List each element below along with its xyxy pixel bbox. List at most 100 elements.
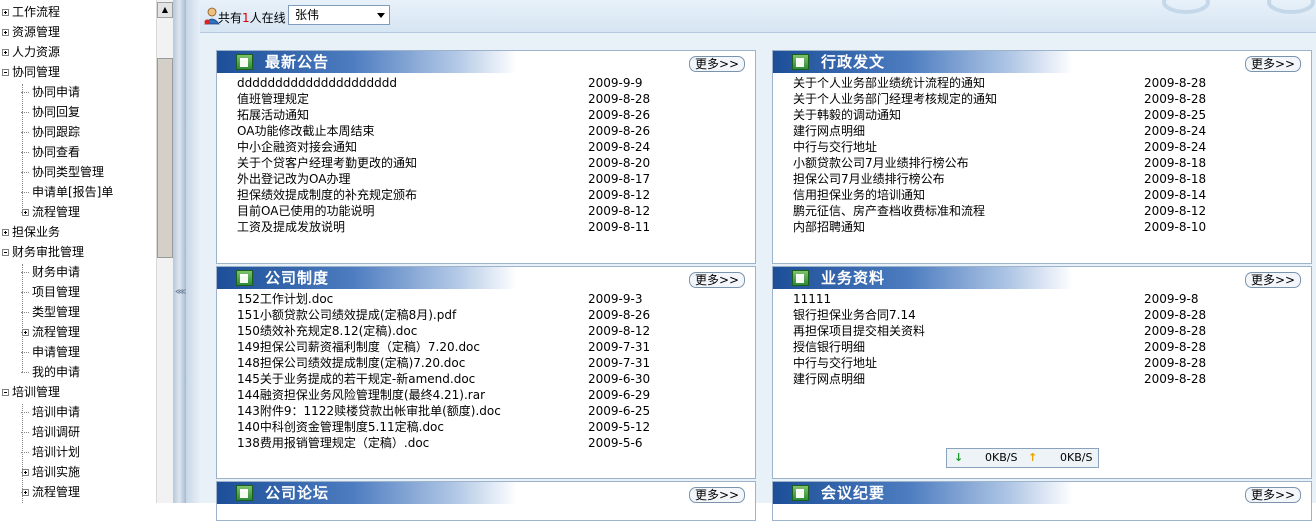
frame-splitter[interactable]: ⋘ [173, 0, 186, 503]
list-item-title[interactable]: 关于个贷客户经理考勤更改的通知 [237, 156, 417, 170]
list-item-title[interactable]: 中行与交行地址 [793, 140, 877, 154]
list-item[interactable]: 138费用报销管理规定（定稿）.doc 2009-5-6 [237, 435, 745, 451]
online-user-select[interactable]: 张伟 [288, 5, 390, 25]
tree-item[interactable]: 人力资源 [2, 42, 60, 62]
tree-item[interactable]: 协同查看 [21, 142, 80, 162]
tree-item[interactable]: 资源管理 [2, 22, 60, 42]
tree-item[interactable]: 培训调研 [21, 422, 80, 442]
tree-item[interactable]: 协同管理 [2, 62, 60, 82]
list-item-title[interactable]: 小额贷款公司7月业绩排行榜公布 [793, 156, 969, 170]
list-item[interactable]: 152工作计划.doc 2009-9-3 [237, 291, 745, 307]
list-item-title[interactable]: 138费用报销管理规定（定稿）.doc [237, 436, 429, 450]
chevron-down-icon[interactable] [377, 13, 385, 18]
list-item[interactable]: 中小企融资对接会通知 2009-8-24 [237, 139, 745, 155]
list-item[interactable]: 担保公司7月业绩排行榜公布 2009-8-18 [793, 171, 1301, 187]
list-item-title[interactable]: 信用担保业务的培训通知 [793, 188, 925, 202]
list-item-title[interactable]: 外出登记改为OA办理 [237, 172, 350, 186]
list-item[interactable]: 151小额贷款公司绩效提成(定稿8月).pdf 2009-8-26 [237, 307, 745, 323]
list-item[interactable]: 145关于业务提成的若干规定-新amend.doc 2009-6-30 [237, 371, 745, 387]
more-button[interactable]: 更多>> [1245, 272, 1301, 288]
tree-item[interactable]: 项目管理 [21, 282, 80, 302]
tree-item[interactable]: 财务审批管理 [2, 242, 84, 262]
list-item-title[interactable]: 内部招聘通知 [793, 220, 865, 234]
list-item[interactable]: 鹏元征信、房产查档收费标准和流程 2009-8-12 [793, 203, 1301, 219]
list-item[interactable]: ddddddddddddddddddddd 2009-9-9 [237, 75, 745, 91]
list-item[interactable]: 中行与交行地址 2009-8-28 [793, 355, 1301, 371]
list-item-title[interactable]: ddddddddddddddddddddd [237, 76, 397, 90]
tree-item[interactable]: 申请单[报告]单 [21, 182, 113, 202]
tree-item[interactable]: 担保业务 [2, 222, 60, 242]
tree-item[interactable]: 协同回复 [21, 102, 80, 122]
list-item[interactable]: 关于韩毅的调动通知 2009-8-25 [793, 107, 1301, 123]
collapse-icon[interactable] [2, 69, 9, 76]
tree-item[interactable]: 培训实施 [21, 462, 80, 482]
list-item-title[interactable]: 152工作计划.doc [237, 292, 333, 306]
tree-item[interactable]: 流程管理 [21, 322, 80, 342]
list-item-title[interactable]: 150绩效补充规定8.12(定稿).doc [237, 324, 417, 338]
list-item-title[interactable]: 拓展活动通知 [237, 108, 309, 122]
more-button[interactable]: 更多>> [1245, 56, 1301, 72]
list-item[interactable]: 建行网点明细 2009-8-24 [793, 123, 1301, 139]
list-item[interactable]: 授信银行明细 2009-8-28 [793, 339, 1301, 355]
list-item-title[interactable]: 值班管理规定 [237, 92, 309, 106]
list-item-title[interactable]: 关于个人业务部业绩统计流程的通知 [793, 76, 985, 90]
list-item[interactable]: 信用担保业务的培训通知 2009-8-14 [793, 187, 1301, 203]
tree-item[interactable]: 财务申请 [21, 262, 80, 282]
list-item[interactable]: 关于个人业务部业绩统计流程的通知 2009-8-28 [793, 75, 1301, 91]
list-item[interactable]: 内部招聘通知 2009-8-10 [793, 219, 1301, 235]
list-item[interactable]: 建行网点明细 2009-8-28 [793, 371, 1301, 387]
tree-item[interactable]: 申请管理 [21, 342, 80, 362]
list-item[interactable]: 140中科创资金管理制度5.11定稿.doc 2009-5-12 [237, 419, 745, 435]
list-item[interactable]: 149担保公司薪资福利制度（定稿）7.20.doc 2009-7-31 [237, 339, 745, 355]
expand-icon[interactable] [2, 29, 9, 36]
tree-item[interactable]: 协同申请 [21, 82, 80, 102]
list-item-title[interactable]: 担保公司7月业绩排行榜公布 [793, 172, 945, 186]
expand-icon[interactable] [22, 489, 29, 496]
list-item-title[interactable]: 中行与交行地址 [793, 356, 877, 370]
scroll-thumb[interactable] [157, 58, 173, 258]
list-item[interactable]: OA功能修改截止本周结束 2009-8-26 [237, 123, 745, 139]
list-item[interactable]: 11111 2009-9-8 [793, 291, 1301, 307]
list-item-title[interactable]: 140中科创资金管理制度5.11定稿.doc [237, 420, 444, 434]
scroll-up-button[interactable]: ▲ [157, 2, 173, 18]
list-item-title[interactable]: 工资及提成发放说明 [237, 220, 345, 234]
expand-icon[interactable] [2, 9, 9, 16]
expand-icon[interactable] [22, 209, 29, 216]
list-item[interactable]: 再担保项目提交相关资料 2009-8-28 [793, 323, 1301, 339]
list-item-title[interactable]: 授信银行明细 [793, 340, 865, 354]
list-item-title[interactable]: 再担保项目提交相关资料 [793, 324, 925, 338]
list-item-title[interactable]: 143附件9：1122赎楼贷款出帐审批单(额度).doc [237, 404, 501, 418]
list-item[interactable]: 拓展活动通知 2009-8-26 [237, 107, 745, 123]
list-item-title[interactable]: 建行网点明细 [793, 124, 865, 138]
list-item-title[interactable]: 关于韩毅的调动通知 [793, 108, 901, 122]
list-item-title[interactable]: 建行网点明细 [793, 372, 865, 386]
list-item-title[interactable]: 145关于业务提成的若干规定-新amend.doc [237, 372, 475, 386]
tree-item[interactable]: 流程管理 [21, 482, 80, 502]
list-item[interactable]: 148担保公司绩效提成制度(定稿)7.20.doc 2009-7-31 [237, 355, 745, 371]
tree-scrollbar[interactable]: ▲ [156, 0, 173, 503]
list-item[interactable]: 143附件9：1122赎楼贷款出帐审批单(额度).doc 2009-6-25 [237, 403, 745, 419]
tree-item[interactable]: 流程管理 [21, 202, 80, 222]
expand-icon[interactable] [22, 329, 29, 336]
list-item[interactable]: 144融资担保业务风险管理制度(最终4.21).rar 2009-6-29 [237, 387, 745, 403]
list-item[interactable]: 外出登记改为OA办理 2009-8-17 [237, 171, 745, 187]
tree-item[interactable]: 我的申请 [21, 362, 80, 382]
more-button[interactable]: 更多>> [689, 56, 745, 72]
list-item[interactable]: 关于个人业务部门经理考核规定的通知 2009-8-28 [793, 91, 1301, 107]
more-button[interactable]: 更多>> [1245, 487, 1301, 503]
list-item[interactable]: 150绩效补充规定8.12(定稿).doc 2009-8-12 [237, 323, 745, 339]
expand-icon[interactable] [2, 229, 9, 236]
list-item-title[interactable]: 关于个人业务部门经理考核规定的通知 [793, 92, 997, 106]
tree-item[interactable]: 培训计划 [21, 442, 80, 462]
expand-icon[interactable] [2, 49, 9, 56]
list-item[interactable]: 目前OA已使用的功能说明 2009-8-12 [237, 203, 745, 219]
list-item[interactable]: 工资及提成发放说明 2009-8-11 [237, 219, 745, 235]
list-item-title[interactable]: 151小额贷款公司绩效提成(定稿8月).pdf [237, 308, 456, 322]
list-item[interactable]: 中行与交行地址 2009-8-24 [793, 139, 1301, 155]
list-item-title[interactable]: 中小企融资对接会通知 [237, 140, 357, 154]
list-item[interactable]: 银行担保业务合同7.14 2009-8-28 [793, 307, 1301, 323]
more-button[interactable]: 更多>> [689, 487, 745, 503]
list-item-title[interactable]: 目前OA已使用的功能说明 [237, 204, 374, 218]
collapse-icon[interactable] [2, 389, 9, 396]
tree-item[interactable]: 协同跟踪 [21, 122, 80, 142]
